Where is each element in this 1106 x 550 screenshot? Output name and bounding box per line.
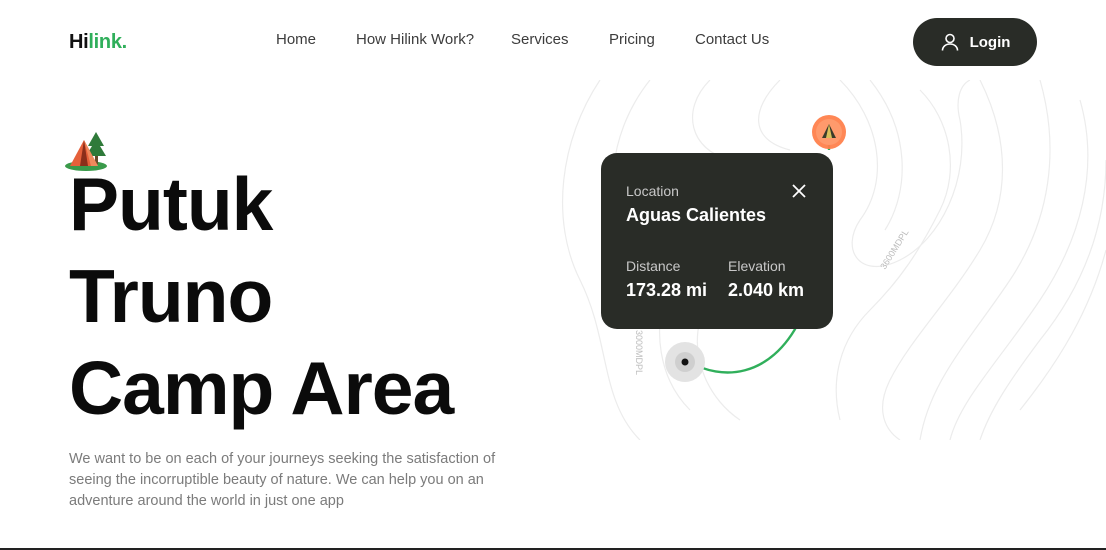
distance-value: 173.28 mi <box>626 280 708 300</box>
hero-title-line: Putuk <box>69 162 273 246</box>
hero-description: We want to be on each of your journeys s… <box>69 451 496 509</box>
login-button[interactable]: Login <box>913 18 1037 66</box>
hero-title: Putuk Truno Camp Area <box>69 158 454 434</box>
nav-link-home[interactable]: Home <box>276 31 316 48</box>
hero-title-line: Camp Area <box>69 346 454 430</box>
user-icon <box>941 33 958 51</box>
distance-label: Distance <box>626 258 681 274</box>
nav-link-services[interactable]: Services <box>511 31 569 48</box>
contour-label: 3000MDPL <box>634 330 644 375</box>
elevation-label: Elevation <box>728 258 786 274</box>
location-info-card: Location Aguas Calientes Distance 173.28… <box>601 153 833 329</box>
contour-label: 3600MDPL <box>878 228 910 271</box>
login-label: Login <box>969 33 1011 51</box>
location-value: Aguas Calientes <box>626 205 767 225</box>
start-point-marker[interactable] <box>664 341 706 383</box>
logo[interactable]: Hilink. <box>69 31 127 54</box>
nav-link-how-it-works[interactable]: How Hilink Work? <box>356 31 474 48</box>
nav-link-contact[interactable]: Contact Us <box>695 31 769 48</box>
elevation-value: 2.040 km <box>728 280 805 300</box>
logo-text-green: link. <box>88 31 127 53</box>
location-pin-icon[interactable] <box>811 114 847 150</box>
close-icon[interactable] <box>790 182 808 200</box>
logo-text-dark: Hi <box>69 31 89 53</box>
location-label: Location <box>626 183 679 199</box>
hero-title-line: Truno <box>69 254 273 338</box>
nav-link-pricing[interactable]: Pricing <box>609 31 655 48</box>
